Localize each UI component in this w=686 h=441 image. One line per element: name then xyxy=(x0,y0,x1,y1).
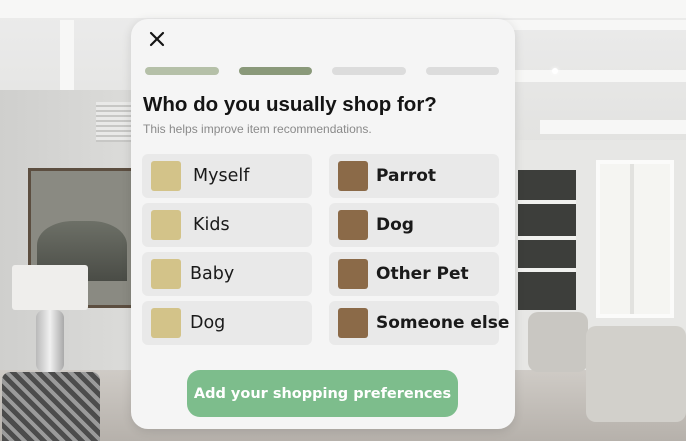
lamp-base xyxy=(36,310,64,372)
bookshelf xyxy=(518,170,576,310)
side-table xyxy=(2,372,100,441)
option-color-swatch xyxy=(151,161,181,191)
ceiling-beam xyxy=(60,20,74,100)
option-label: Other Pet xyxy=(376,264,469,284)
option-color-swatch xyxy=(338,259,368,289)
shelf-board xyxy=(518,200,576,204)
option-label: Kids xyxy=(193,215,230,235)
close-button[interactable] xyxy=(145,27,169,51)
progress-step-3 xyxy=(332,67,406,75)
modal-title: Who do you usually shop for? xyxy=(143,93,437,116)
option-myself[interactable]: Myself xyxy=(142,154,312,198)
option-baby[interactable]: Baby xyxy=(142,252,312,296)
option-color-swatch xyxy=(338,210,368,240)
option-label: Dog xyxy=(376,215,414,235)
lamp-shade xyxy=(12,265,88,310)
option-color-swatch xyxy=(338,161,368,191)
option-label: Someone else xyxy=(376,313,510,333)
option-parrot[interactable]: Parrot xyxy=(329,154,499,198)
shelf-board xyxy=(518,268,576,272)
option-other-pet[interactable]: Other Pet xyxy=(329,252,499,296)
option-color-swatch xyxy=(151,308,181,338)
shelf-board xyxy=(518,236,576,240)
ceiling-beam xyxy=(500,20,686,30)
armchair xyxy=(586,326,686,422)
progress-step-1 xyxy=(145,67,219,75)
progress-step-4 xyxy=(426,67,499,75)
add-preferences-button[interactable]: Add your shopping preferences xyxy=(187,370,458,417)
modal-subtitle: This helps improve item recommendations. xyxy=(143,122,372,136)
option-label: Dog xyxy=(190,313,226,333)
progress-step-2 xyxy=(239,67,312,75)
shopping-for-modal: Who do you usually shop for? This helps … xyxy=(131,19,515,429)
option-dog[interactable]: Dog xyxy=(329,203,499,247)
option-label: Parrot xyxy=(376,166,437,186)
wall-vent xyxy=(96,102,132,142)
ceiling-beam xyxy=(0,0,686,18)
option-label: Baby xyxy=(190,264,235,284)
option-someone-else[interactable]: Someone else xyxy=(329,301,509,345)
ceiling-light xyxy=(552,68,558,74)
option-color-swatch xyxy=(151,259,181,289)
ceiling-beam xyxy=(515,70,686,82)
ceiling-beam xyxy=(540,120,686,134)
option-label: Myself xyxy=(193,166,250,186)
armchair xyxy=(528,312,588,372)
window xyxy=(596,160,674,318)
option-dog-person[interactable]: Dog xyxy=(142,301,312,345)
close-icon xyxy=(149,31,165,47)
option-color-swatch xyxy=(338,308,368,338)
option-kids[interactable]: Kids xyxy=(142,203,312,247)
option-color-swatch xyxy=(151,210,181,240)
